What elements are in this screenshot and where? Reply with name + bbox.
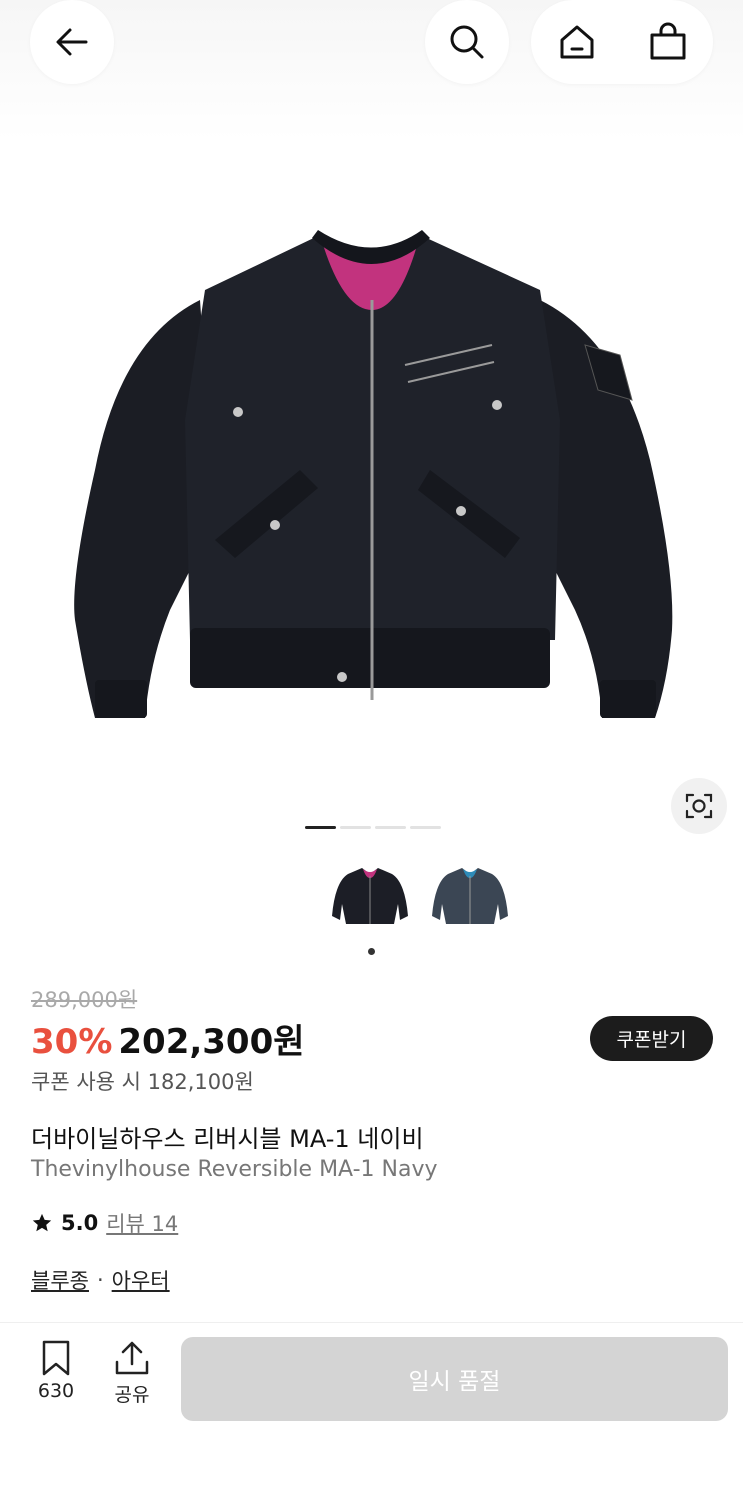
color-option-thumbnail[interactable] <box>430 862 510 932</box>
pagination-dot <box>410 826 441 829</box>
selected-option-indicator <box>368 948 375 955</box>
category-breadcrumb: 블루종 · 아우터 <box>31 1265 170 1295</box>
share-label: 공유 <box>114 1384 150 1406</box>
pagination-dot <box>305 826 336 829</box>
arrow-left-icon <box>52 22 92 62</box>
shopping-bag-icon[interactable] <box>648 22 688 62</box>
share-icon <box>114 1340 150 1376</box>
product-title-en: Thevinylhouse Reversible MA-1 Navy <box>31 1157 438 1182</box>
pagination-dot <box>340 826 371 829</box>
bookmark-button[interactable]: 630 <box>26 1340 86 1402</box>
soldout-button[interactable]: 일시 품절 <box>181 1337 728 1421</box>
visual-search-icon <box>684 791 714 821</box>
get-coupon-button[interactable]: 쿠폰받기 <box>590 1016 713 1061</box>
home-cart-group <box>531 0 713 84</box>
discount-rate: 30% <box>31 1022 113 1062</box>
pagination-dot <box>375 826 406 829</box>
color-options <box>330 862 510 932</box>
category-link-outer[interactable]: 아우터 <box>112 1265 170 1295</box>
sale-price: 202,300원 <box>118 1022 305 1062</box>
review-link[interactable]: 리뷰 14 <box>106 1208 178 1238</box>
product-title: 더바이닐하우스 리버시블 MA-1 네이비 <box>31 1125 424 1153</box>
visual-search-button[interactable] <box>671 778 727 834</box>
back-button[interactable] <box>30 0 114 84</box>
gallery-pagination <box>305 826 441 829</box>
rating-row: 5.0 리뷰 14 <box>31 1208 178 1238</box>
coupon-price: 쿠폰 사용 시 182,100원 <box>31 1070 254 1094</box>
price-row: 30% 202,300원 <box>31 1014 305 1063</box>
bookmark-icon <box>39 1340 73 1376</box>
star-icon <box>31 1212 53 1234</box>
home-icon[interactable] <box>557 22 597 62</box>
category-separator: · <box>96 1268 104 1292</box>
product-image[interactable] <box>0 140 743 820</box>
original-price: 289,000원 <box>31 988 138 1012</box>
color-option-thumbnail[interactable] <box>330 862 410 932</box>
bookmark-count: 630 <box>37 1380 75 1402</box>
search-button[interactable] <box>425 0 509 84</box>
rating-value: 5.0 <box>61 1211 99 1235</box>
search-icon <box>447 22 487 62</box>
share-button[interactable]: 공유 <box>102 1340 162 1407</box>
category-link-blouson[interactable]: 블루종 <box>31 1265 89 1295</box>
